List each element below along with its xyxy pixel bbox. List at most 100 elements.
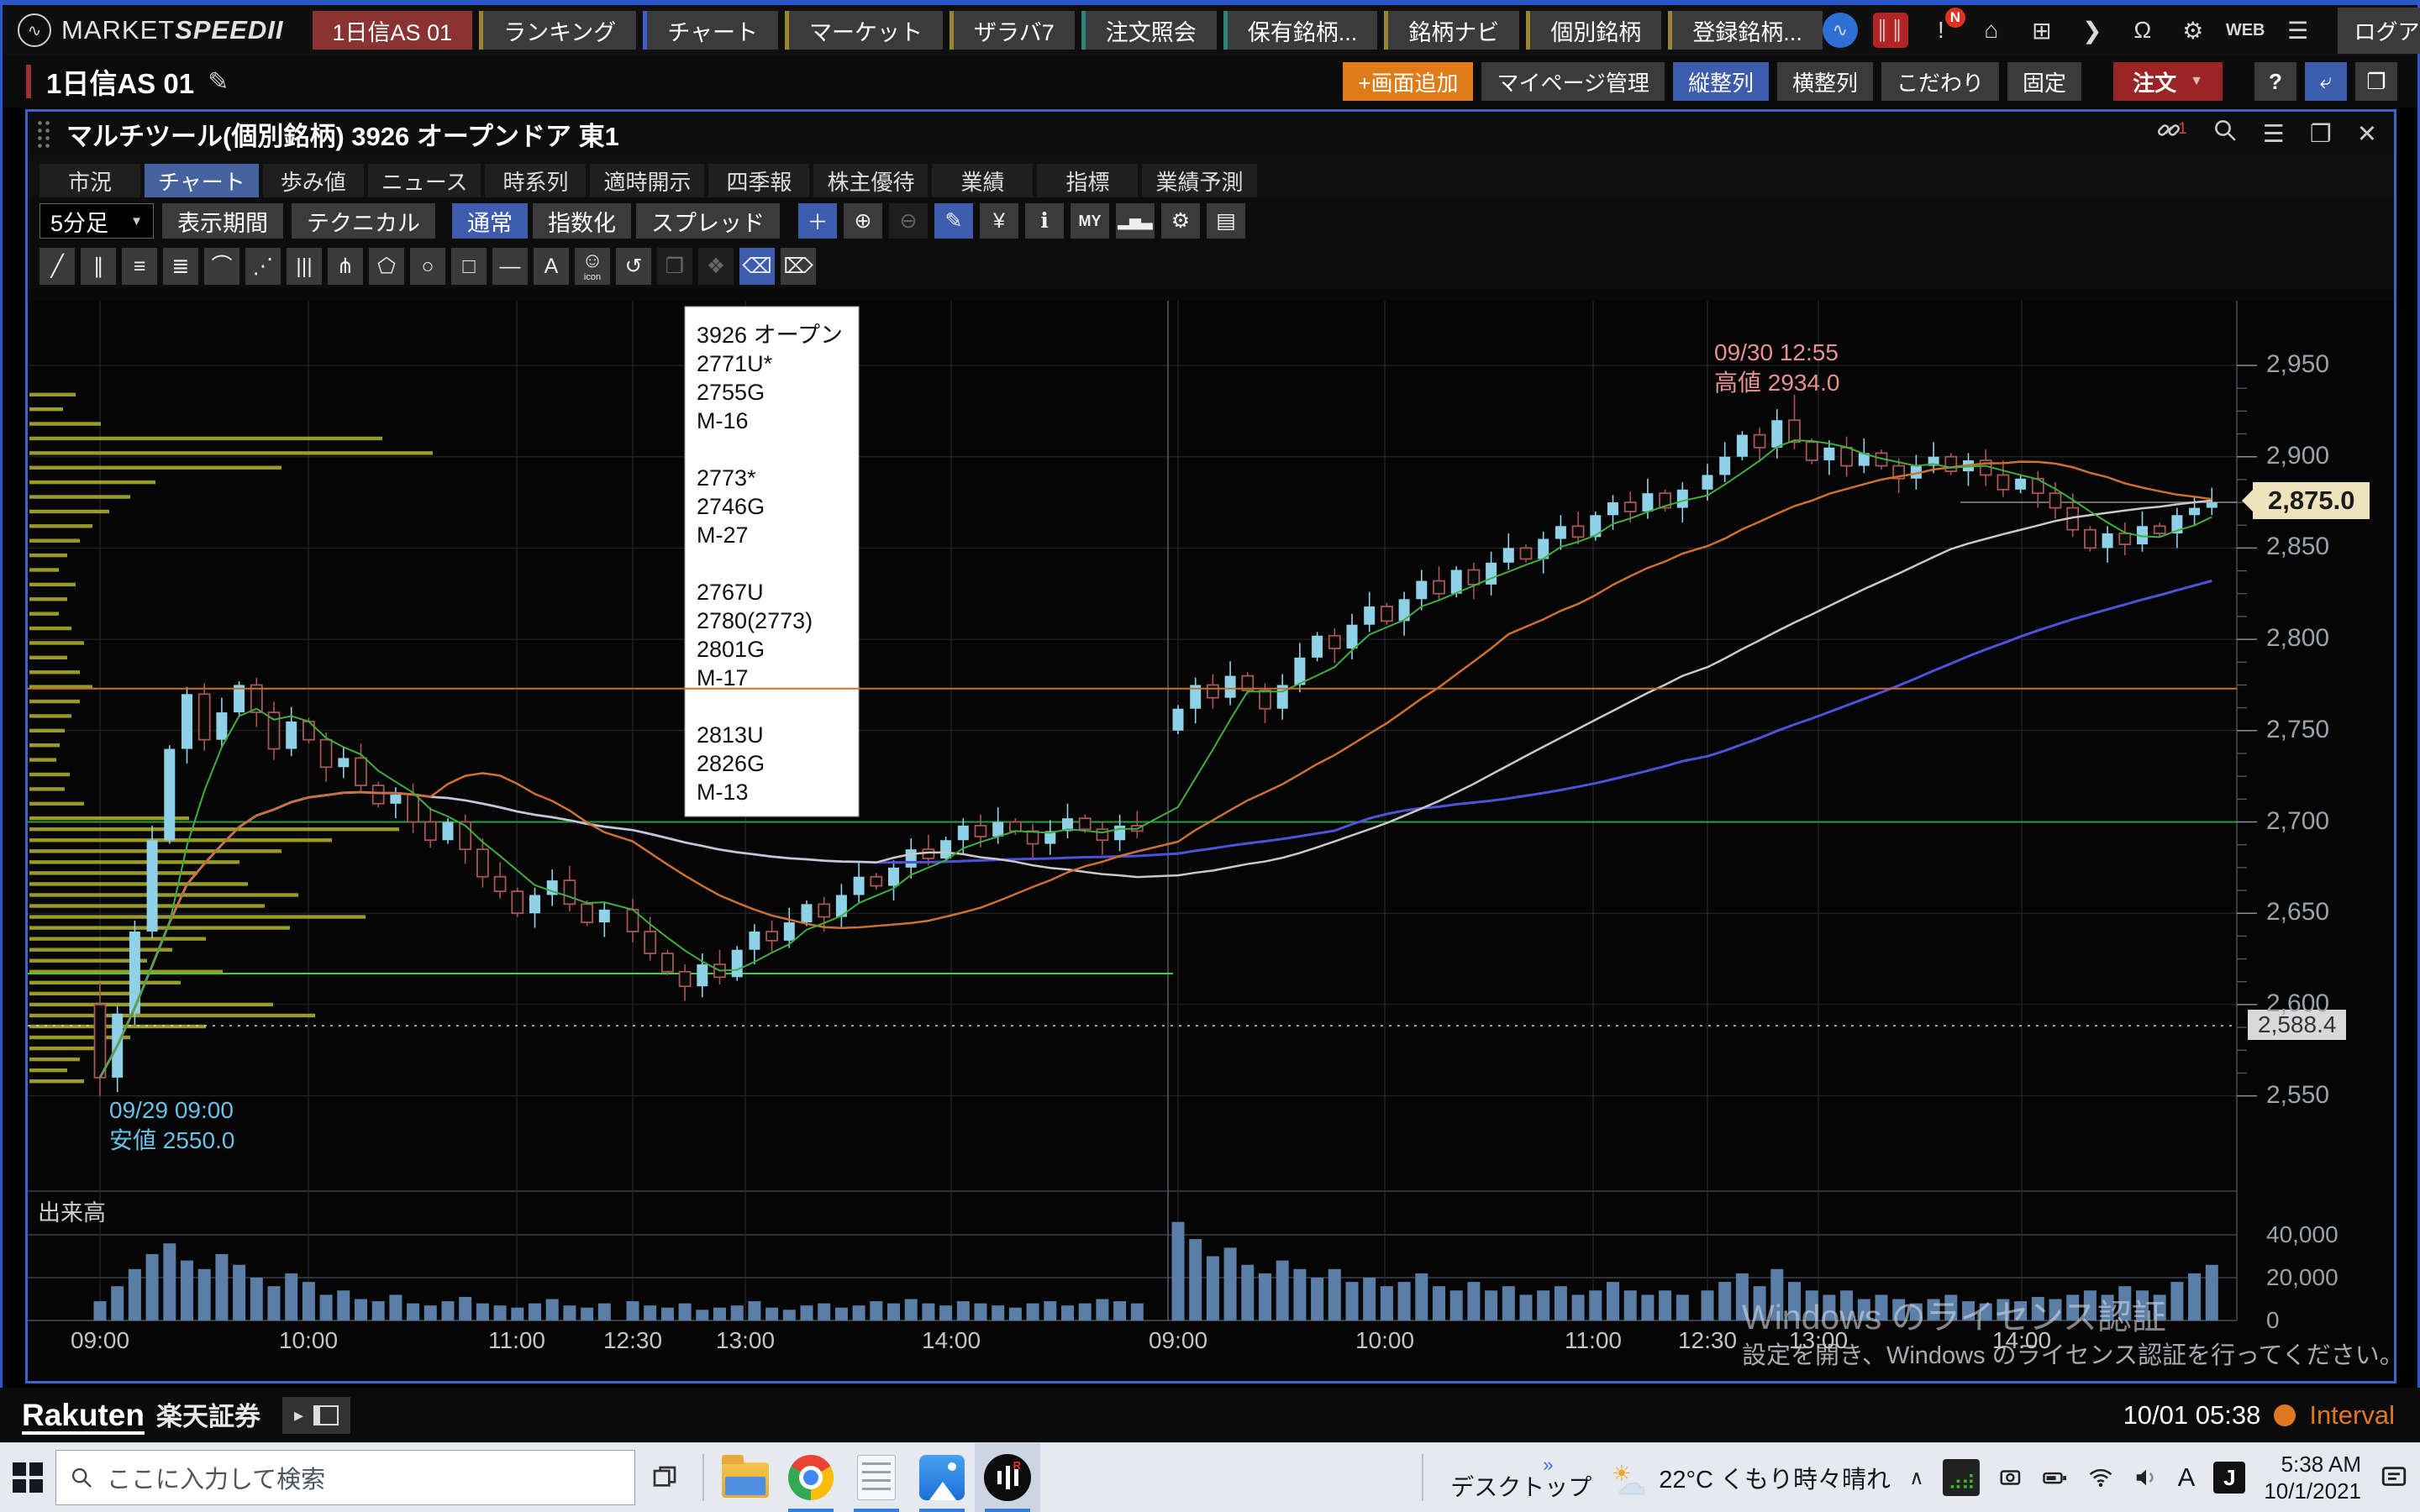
window-tab[interactable]: 四季報 (708, 164, 809, 197)
chart-toolbar-button[interactable]: 表示期間 (162, 203, 283, 239)
chevron-icon[interactable]: » (1543, 1456, 1553, 1474)
pulse-indicator-icon[interactable]: ∿ (1823, 13, 1858, 48)
menu-tab[interactable]: 保有銘柄... (1223, 11, 1378, 50)
chart-toolbar-button[interactable]: テクニカル (292, 203, 435, 239)
menu-tab[interactable]: 注文照会 (1081, 11, 1217, 50)
start-button[interactable] (0, 1443, 55, 1512)
tools-wrench-icon[interactable]: ⚙ (1161, 203, 1200, 239)
history-icon[interactable]: ↺ (616, 248, 651, 285)
period-select[interactable]: 5分足▼ (39, 203, 154, 239)
help-button[interactable]: ? (2254, 62, 2296, 101)
chart-mode-button[interactable]: 通常 (452, 203, 528, 239)
order-button[interactable]: 注文▼ (2113, 62, 2223, 101)
taskbar-app-photos[interactable] (909, 1443, 975, 1512)
menu-tab[interactable]: 1日信AS 01 (313, 11, 473, 50)
area-chart-icon[interactable]: ▂▅▃ (1116, 203, 1155, 239)
tray-expand-icon[interactable]: ∧ (1909, 1466, 1924, 1490)
layout-button[interactable]: 縦整列 (1673, 62, 1769, 101)
menu-tab[interactable]: 銘柄ナビ (1384, 11, 1519, 50)
bell-icon[interactable]: Ω (2125, 13, 2160, 48)
vertical-lines-icon[interactable]: ||| (287, 248, 322, 285)
eraser-all-icon[interactable]: ⌦ (781, 248, 816, 285)
action-center-icon[interactable] (2380, 1463, 2408, 1492)
taskbar-app-marketspeed[interactable]: R (975, 1443, 1040, 1512)
info-icon[interactable]: ℹ (1025, 203, 1064, 239)
window-tab[interactable]: 適時開示 (590, 164, 704, 197)
chart-alert-icon[interactable]: ║║ (1873, 13, 1908, 48)
side-panel-toggle-button[interactable]: ▸ (282, 1397, 350, 1434)
layout-button[interactable]: マイページ管理 (1481, 62, 1664, 101)
close-window-icon[interactable]: ✕ (2357, 119, 2377, 149)
web-icon[interactable]: WEB (2226, 13, 2265, 48)
rectangle-icon[interactable]: □ (451, 248, 487, 285)
draw-pencil-icon[interactable]: ✎ (934, 203, 973, 239)
window-tab[interactable]: チャート (145, 164, 259, 197)
layout-button[interactable]: 横整列 (1777, 62, 1873, 101)
layout-button[interactable]: +画面追加 (1343, 62, 1473, 101)
menu-tab[interactable]: 登録銘柄... (1668, 11, 1823, 50)
menu-icon[interactable]: ☰ (2281, 13, 2316, 48)
menu-tab[interactable]: チャート (643, 11, 778, 50)
window-tab[interactable]: 株主優待 (813, 164, 928, 197)
price-chart[interactable]: 3926 オープン2771U*2755GM-162773*2746GM-2727… (28, 301, 2394, 1381)
taskbar-app-notepad[interactable] (844, 1443, 909, 1512)
window-menu-icon[interactable]: ☰ (2263, 119, 2285, 149)
ime-mode-icon[interactable]: J (2213, 1462, 2245, 1494)
pitchfork-icon[interactable]: ⋔ (328, 248, 363, 285)
ime-language-icon[interactable]: A (2178, 1462, 2196, 1493)
taskbar-search-input[interactable]: ここに入力して検索 (55, 1450, 635, 1505)
window-tab[interactable]: 歩み値 (263, 164, 364, 197)
popout-window-button[interactable]: ❐ (2355, 62, 2397, 101)
battery-tray-icon[interactable] (2042, 1465, 2069, 1490)
crosshair-icon[interactable]: ＋ (798, 203, 837, 239)
device-tray-icon[interactable] (1998, 1465, 2023, 1490)
taskbar-clock[interactable]: 5:38 AM 10/1/2021 (2264, 1451, 2361, 1504)
link-icon[interactable]: 1 (2156, 118, 2187, 150)
settings-gear-icon[interactable]: ⚙ (2175, 13, 2211, 48)
wifi-tray-icon[interactable] (2087, 1465, 2114, 1490)
fibonacci-arc-icon[interactable]: ⌒ (204, 248, 239, 285)
edit-pencil-icon[interactable]: ✎ (208, 67, 229, 97)
window-tab[interactable]: 業績予測 (1142, 164, 1256, 197)
notification-alert-icon[interactable]: !N (1923, 13, 1959, 48)
menu-tab[interactable]: 個別銘柄 (1526, 11, 1661, 50)
fan-lines-icon[interactable]: ⋰ (245, 248, 281, 285)
desktop-toolbar[interactable]: » デスクトップ (1450, 1456, 1591, 1499)
zoom-in-icon[interactable]: ⊕ (844, 203, 882, 239)
window-tab[interactable]: 市況 (39, 164, 140, 197)
window-tab[interactable]: ニュース (368, 164, 481, 197)
yen-icon[interactable]: ¥ (980, 203, 1018, 239)
eraser-icon[interactable]: ⌫ (739, 248, 775, 285)
menu-tab[interactable]: ザラバ7 (950, 11, 1075, 50)
window-titlebar[interactable]: マルチツール(個別銘柄) 3926 オープンドア 東1 1 ☰ ❐ ✕ (28, 112, 2394, 155)
chart-mode-button[interactable]: 指数化 (533, 203, 631, 239)
drag-handle-icon[interactable] (36, 119, 53, 148)
activity-tray-icon[interactable]: ⣠⣴ (1943, 1459, 1980, 1496)
weather-widget[interactable]: ☀☁ 22°C くもり時々晴れ (1610, 1460, 1891, 1495)
taskbar-app-chrome[interactable] (778, 1443, 844, 1512)
horizontal-lines4-icon[interactable]: ≣ (163, 248, 198, 285)
add-window-icon[interactable]: ⊞ (2024, 13, 2060, 48)
layout-button[interactable]: 固定 (2007, 62, 2081, 101)
chart-region[interactable]: 3926 オープン2771U*2755GM-162773*2746GM-2727… (28, 301, 2394, 1381)
horizontal-lines3-icon[interactable]: ≡ (122, 248, 157, 285)
text-icon[interactable]: A (534, 248, 569, 285)
logout-button[interactable]: ログアウト (2338, 8, 2420, 54)
home-icon[interactable]: ⌂ (1974, 13, 2009, 48)
layout-button[interactable]: こだわり (1881, 62, 1999, 101)
icon-stamp-icon[interactable]: ☺icon (575, 248, 610, 285)
horizontal-line-icon[interactable]: — (492, 248, 528, 285)
print-icon[interactable]: ▤ (1207, 203, 1245, 239)
window-tab[interactable]: 業績 (932, 164, 1033, 197)
menu-tab[interactable]: ランキング (479, 11, 636, 50)
menu-tab[interactable]: マーケット (785, 11, 943, 50)
trendline-icon[interactable]: ╱ (39, 248, 75, 285)
window-tab[interactable]: 指標 (1037, 164, 1138, 197)
taskbar-app-explorer[interactable] (713, 1443, 778, 1512)
parallel-lines-icon[interactable]: ∥ (81, 248, 116, 285)
duplicate-window-icon[interactable]: ❐ (2310, 119, 2332, 149)
task-view-button[interactable] (635, 1443, 694, 1512)
search-icon[interactable] (2212, 118, 2238, 150)
window-tab[interactable]: 時系列 (485, 164, 586, 197)
panel-icon[interactable]: ❯ (2075, 13, 2110, 48)
